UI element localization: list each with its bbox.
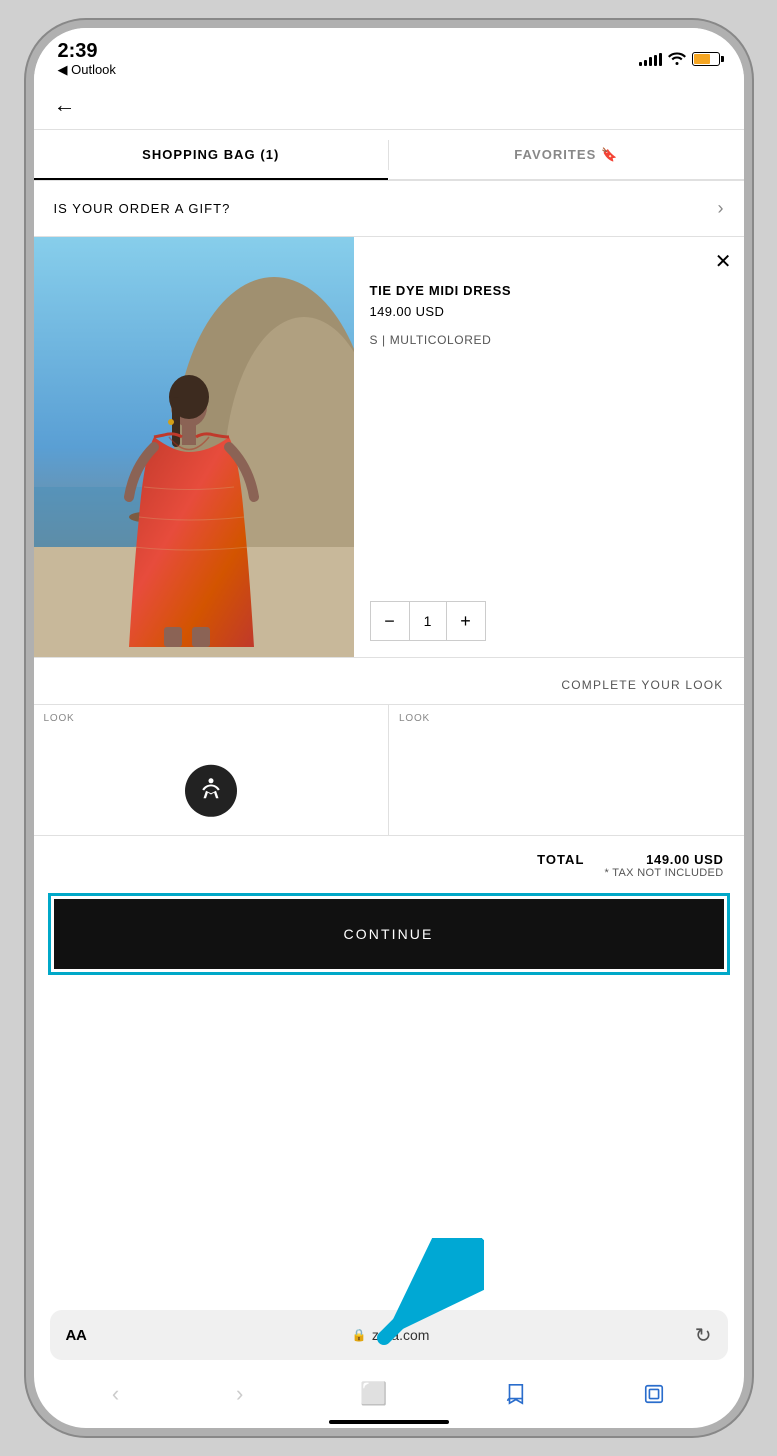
- back-nav-button[interactable]: ‹: [104, 1373, 127, 1415]
- accessibility-icon: [185, 765, 237, 817]
- complete-look-label: COMPLETE YOUR LOOK: [561, 678, 723, 692]
- quantity-increase-button[interactable]: +: [447, 602, 485, 640]
- battery-icon: [692, 52, 720, 66]
- product-details: ✕ TIE DYE MIDI DRESS 149.00 USD S | MULT…: [354, 237, 744, 657]
- back-button[interactable]: ←: [54, 92, 76, 118]
- browser-aa[interactable]: AA: [66, 1327, 87, 1344]
- chevron-right-icon: ›: [718, 198, 724, 219]
- signal-icon: [639, 52, 662, 66]
- complete-look-section: COMPLETE YOUR LOOK: [34, 658, 744, 705]
- safari-nav: ‹ › ⬜: [34, 1368, 744, 1420]
- status-bar: 2:39 ◀ Outlook: [34, 28, 744, 80]
- tab-shopping-bag[interactable]: SHOPPING BAG (1): [34, 130, 389, 180]
- tax-note: * TAX NOT INCLUDED: [604, 867, 723, 879]
- continue-button[interactable]: CONTINUE: [54, 899, 724, 969]
- quantity-decrease-button[interactable]: −: [371, 602, 409, 640]
- wifi-icon: [668, 51, 686, 68]
- look-card-2[interactable]: LOOK: [389, 705, 744, 835]
- close-button[interactable]: ✕: [715, 249, 732, 274]
- lock-icon: 🔒: [352, 1328, 367, 1342]
- tabs-bar: SHOPPING BAG (1) FAVORITES 🔖: [34, 130, 744, 181]
- status-icons: [639, 51, 720, 68]
- nav-bar: ←: [34, 80, 744, 130]
- gift-row[interactable]: IS YOUR ORDER A GIFT? ›: [34, 181, 744, 237]
- share-button[interactable]: ⬜: [352, 1373, 395, 1415]
- product-card: ✕ TIE DYE MIDI DRESS 149.00 USD S | MULT…: [34, 237, 744, 658]
- total-label: TOTAL: [537, 852, 584, 867]
- forward-nav-button[interactable]: ›: [228, 1373, 251, 1415]
- product-price: 149.00 USD: [370, 304, 728, 319]
- reload-icon[interactable]: ↻: [695, 1323, 712, 1348]
- home-indicator: [329, 1420, 449, 1424]
- status-back[interactable]: ◀ Outlook: [58, 62, 116, 78]
- look-row: LOOK LOOK: [34, 705, 744, 836]
- look-card-1[interactable]: LOOK: [34, 705, 390, 835]
- tab-favorites[interactable]: FAVORITES 🔖: [389, 130, 744, 180]
- product-name: TIE DYE MIDI DRESS: [370, 283, 728, 298]
- look-label-2: LOOK: [399, 713, 430, 724]
- browser-url[interactable]: 🔒 zara.com: [352, 1327, 430, 1343]
- total-price-col: 149.00 USD * TAX NOT INCLUDED: [604, 852, 723, 879]
- bookmarks-button[interactable]: [496, 1375, 534, 1413]
- total-row: TOTAL 149.00 USD * TAX NOT INCLUDED: [34, 836, 744, 887]
- continue-section: CONTINUE: [34, 887, 744, 969]
- product-variant: S | MULTICOLORED: [370, 333, 728, 347]
- quantity-value: 1: [409, 602, 447, 640]
- browser-bar: AA 🔒 zara.com ↻: [50, 1310, 728, 1360]
- status-left: 2:39 ◀ Outlook: [58, 41, 116, 78]
- tabs-button[interactable]: [635, 1375, 673, 1413]
- quantity-control: − 1 +: [370, 601, 486, 641]
- gift-text: IS YOUR ORDER A GIFT?: [54, 201, 231, 216]
- status-time: 2:39: [58, 41, 116, 61]
- product-image: [34, 237, 354, 657]
- look-label-1: LOOK: [44, 713, 75, 724]
- total-price: 149.00 USD: [604, 852, 723, 867]
